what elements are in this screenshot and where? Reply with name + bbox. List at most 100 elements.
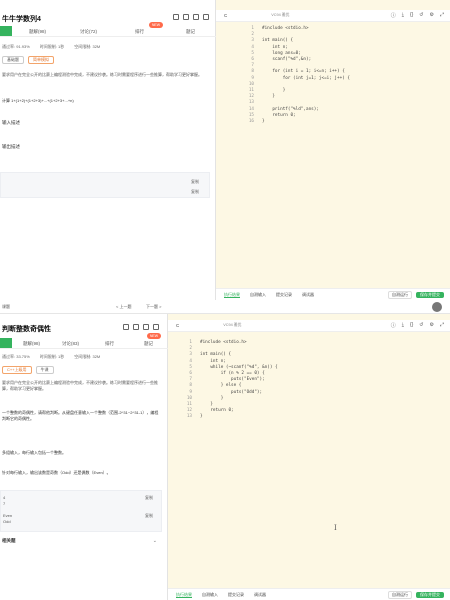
code-editor-panel: C VC94 雅优 ⓘ ⤓ {} ↺ ⚙ ⤢ 1 #include <stdio.… [216, 0, 450, 300]
tab-notes[interactable]: 题记 [129, 338, 168, 348]
edit-icon[interactable] [193, 14, 199, 20]
share-icon[interactable] [173, 14, 179, 20]
problem-meta: 通过率: 33.75% 时间限制: 1秒 空间限制: 32M [2, 354, 100, 360]
problem-panel: 判断整数奇偶性 NEW 题解(98) 讨论(83) 排行 题记 通过率: 33.… [0, 314, 168, 600]
reset-icon[interactable]: ↺ [419, 322, 423, 329]
star-icon[interactable] [183, 14, 189, 20]
tab-description[interactable] [0, 26, 12, 36]
top-navbar: 课题 < 上一题 下一题 > [0, 300, 450, 314]
share-icon[interactable] [123, 324, 129, 330]
code-area[interactable]: 1 #include <stdio.h> 2 3 int main() {4 int n… [236, 26, 350, 125]
compiler-label: VC94 雅优 [223, 323, 242, 327]
editor-toolbar: C VC94 雅优 ⓘ ⤓ {} ↺ ⚙ ⤢ [168, 320, 450, 332]
info-icon[interactable]: ⓘ [391, 12, 396, 19]
chevron-down-icon[interactable]: ⌄ [153, 538, 157, 544]
tab-submissions[interactable]: 提交记录 [276, 292, 292, 298]
tag-course[interactable]: 牛课 [35, 366, 54, 374]
problem-panel: 牛牛学数列4 NEW 题解(98) 讨论(72) 排行 题记 通过率: 91.9… [0, 0, 216, 300]
tab-submissions[interactable]: 提交记录 [228, 592, 244, 598]
flag-icon[interactable] [203, 14, 209, 20]
problem-title: 判断整数奇偶性 [2, 326, 51, 333]
memory-limit: 空间限制: 32M [74, 354, 101, 359]
submit-button[interactable]: 保存并提交 [416, 591, 444, 598]
settings-icon[interactable]: ⚙ [430, 322, 434, 329]
download-icon[interactable]: ⤓ [402, 322, 404, 329]
code-line-text: return 0; [200, 408, 234, 414]
language-select[interactable]: C [176, 323, 179, 328]
tab-custom-input[interactable]: 自测输入 [202, 592, 218, 598]
course-link[interactable]: 课题 [2, 304, 10, 310]
editor-icons: ⓘ ⤓ {} ↺ ⚙ ⤢ [391, 322, 444, 329]
run-button[interactable]: 自测运行 [388, 290, 412, 299]
tab-discussion[interactable]: 讨论(83) [51, 338, 90, 348]
avatar[interactable] [432, 302, 442, 312]
memory-limit: 空间限制: 32M [74, 44, 101, 49]
problem-title: 牛牛学数列4 [2, 16, 41, 23]
code-line[interactable]: 16} [236, 119, 350, 125]
line-number: 13 [186, 414, 192, 420]
tab-debugger[interactable]: 调试器 [254, 592, 266, 598]
tag-simulation[interactable]: 简单模拟 [28, 56, 54, 64]
related-problems-label[interactable]: 相关题 [2, 538, 16, 544]
language-select[interactable]: C [224, 13, 227, 18]
bottom-screenshot: 课题 < 上一题 下一题 > 判断整数奇偶性 NEW 题解(98) 讨论(83)… [0, 300, 450, 600]
prev-problem-button[interactable]: < 上一题 [116, 304, 131, 310]
tab-result[interactable]: 执行结果 [176, 592, 192, 598]
code-line-text: } [262, 119, 265, 125]
code-line-text: for (int j=1; j<=i; j++) { [262, 75, 350, 81]
code-line-text: scanf("%d",&n); [262, 57, 312, 63]
code-line[interactable]: 13} [174, 414, 278, 420]
problem-toolbar [123, 324, 159, 330]
problem-tags: 基础题 简单模拟 [2, 56, 54, 64]
run-button[interactable]: 自测运行 [388, 590, 412, 599]
fullscreen-icon[interactable]: ⤢ [440, 322, 444, 329]
problem-tabs: 题解(98) 讨论(83) 排行 题记 [0, 338, 168, 349]
problem-statement: 一个整数的奇偶性，请帮他判断。从键盘任意输入一个整数（范围-2^31~2^31-… [2, 410, 159, 421]
copy-output-button[interactable]: 复制 [145, 513, 153, 519]
code-line-text: #include <stdio.h> [200, 340, 247, 345]
edit-icon[interactable] [143, 324, 149, 330]
tab-solutions[interactable]: 题解(98) [12, 338, 51, 348]
info-icon[interactable]: ⓘ [391, 322, 396, 329]
star-icon[interactable] [133, 324, 139, 330]
tab-debugger[interactable]: 调试器 [302, 292, 314, 298]
code-line-text: } [200, 414, 203, 420]
input-desc-label: 输入描述 [2, 120, 20, 125]
sample-box: 4 7 Even Odd 复制 复制 [0, 490, 162, 532]
problem-tabs: 题解(98) 讨论(72) 排行 题记 [0, 26, 216, 37]
problem-tags: C++上级用 牛课 [2, 366, 54, 374]
editor-icons: ⓘ ⤓ {} ↺ ⚙ ⤢ [391, 12, 444, 19]
tab-solutions[interactable]: 题解(98) [12, 26, 63, 36]
code-line-text: } [262, 94, 275, 100]
code-area[interactable]: 1 #include <stdio.h> 2 3 int main() {4 int n… [174, 340, 278, 421]
editor-footer: 执行结果 自测输入 提交记录 调试器 自测运行 保存并提交 [168, 588, 450, 600]
pass-rate: 通过率: 33.75% [2, 354, 30, 359]
flag-icon[interactable] [153, 324, 159, 330]
tab-custom-input[interactable]: 自测输入 [250, 292, 266, 298]
tab-notes[interactable]: 题记 [165, 26, 216, 36]
braces-icon[interactable]: {} [410, 322, 413, 329]
tag-basic[interactable]: 基础题 [2, 56, 24, 64]
braces-icon[interactable]: {} [410, 12, 413, 19]
sample-output-2: Odd [3, 519, 11, 524]
tab-ranking[interactable]: 排行 [114, 26, 165, 36]
tab-ranking[interactable]: 排行 [90, 338, 129, 348]
fullscreen-icon[interactable]: ⤢ [440, 12, 444, 19]
copy-output-button[interactable]: 复制 [191, 189, 199, 195]
problem-statement: 计算 1+(1+2)+(1+2+3)+...+(1+2+3+...+n) [2, 98, 74, 103]
settings-icon[interactable]: ⚙ [430, 12, 434, 19]
tab-result[interactable]: 执行结果 [224, 292, 240, 298]
copy-input-button[interactable]: 复制 [145, 495, 153, 501]
copy-input-button[interactable]: 复制 [191, 179, 199, 185]
tab-discussion[interactable]: 讨论(72) [63, 26, 114, 36]
tag-cpp[interactable]: C++上级用 [2, 366, 32, 374]
next-problem-button[interactable]: 下一题 > [146, 304, 161, 310]
time-limit: 时间限制: 1秒 [39, 44, 65, 49]
submit-button[interactable]: 保存并提交 [416, 291, 444, 298]
pass-rate: 通过率: 91.93% [2, 44, 30, 49]
reset-icon[interactable]: ↺ [419, 12, 423, 19]
tab-description[interactable] [0, 338, 12, 348]
editor-toolbar: C VC94 雅优 ⓘ ⤓ {} ↺ ⚙ ⤢ [216, 10, 450, 22]
editor-footer: 执行结果 自测输入 提交记录 调试器 自测运行 保存并提交 [216, 288, 450, 300]
download-icon[interactable]: ⤓ [402, 12, 404, 19]
